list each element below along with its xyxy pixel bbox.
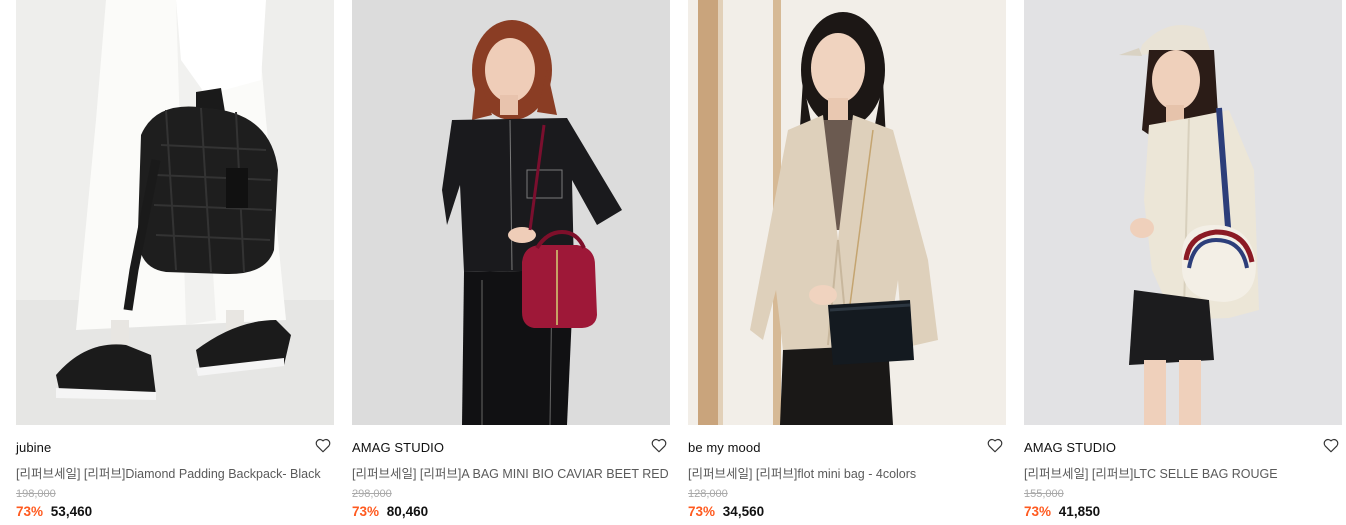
product-card[interactable]: be my mood [리퍼브세일] [리퍼브]flot mini bag - … — [688, 0, 1006, 525]
original-price: 155,000 — [1024, 488, 1064, 500]
product-name[interactable]: [리퍼브세일] [리퍼브]LTC SELLE BAG ROUGE — [1024, 463, 1342, 482]
product-image[interactable] — [352, 0, 670, 425]
heart-outline-icon[interactable] — [314, 436, 332, 454]
discount-rate: 73% — [16, 504, 44, 519]
product-name[interactable]: [리퍼브세일] [리퍼브]Diamond Padding Backpack- B… — [16, 463, 334, 482]
product-image[interactable] — [688, 0, 1006, 425]
brand-name[interactable]: AMAG STUDIO — [352, 440, 444, 455]
original-price: 198,000 — [16, 488, 56, 500]
heart-outline-icon[interactable] — [986, 436, 1004, 454]
sale-price: 80,460 — [386, 504, 429, 519]
price-line: 73% 53,460 — [16, 504, 92, 519]
heart-outline-icon[interactable] — [1322, 436, 1340, 454]
product-image[interactable] — [1024, 0, 1342, 425]
product-name[interactable]: [리퍼브세일] [리퍼브]A BAG MINI BIO CAVIAR BEET … — [352, 463, 670, 482]
original-price: 128,000 — [688, 488, 728, 500]
brand-name[interactable]: be my mood — [688, 440, 761, 455]
product-card[interactable]: AMAG STUDIO [리퍼브세일] [리퍼브]LTC SELLE BAG R… — [1024, 0, 1342, 525]
sale-price: 34,560 — [722, 504, 765, 519]
brand-name[interactable]: jubine — [16, 440, 51, 455]
price-line: 73% 34,560 — [688, 504, 764, 519]
product-card[interactable]: AMAG STUDIO [리퍼브세일] [리퍼브]A BAG MINI BIO … — [352, 0, 670, 525]
product-name[interactable]: [리퍼브세일] [리퍼브]flot mini bag - 4colors — [688, 463, 1006, 482]
price-line: 73% 80,460 — [352, 504, 428, 519]
price-line: 73% 41,850 — [1024, 504, 1100, 519]
original-price: 298,000 — [352, 488, 392, 500]
product-grid: jubine [리퍼브세일] [리퍼브]Diamond Padding Back… — [0, 0, 1346, 525]
discount-rate: 73% — [1024, 504, 1052, 519]
product-image[interactable] — [16, 0, 334, 425]
discount-rate: 73% — [688, 504, 716, 519]
brand-name[interactable]: AMAG STUDIO — [1024, 440, 1116, 455]
product-card[interactable]: jubine [리퍼브세일] [리퍼브]Diamond Padding Back… — [16, 0, 334, 525]
discount-rate: 73% — [352, 504, 380, 519]
sale-price: 53,460 — [50, 504, 93, 519]
sale-price: 41,850 — [1058, 504, 1101, 519]
heart-outline-icon[interactable] — [650, 436, 668, 454]
